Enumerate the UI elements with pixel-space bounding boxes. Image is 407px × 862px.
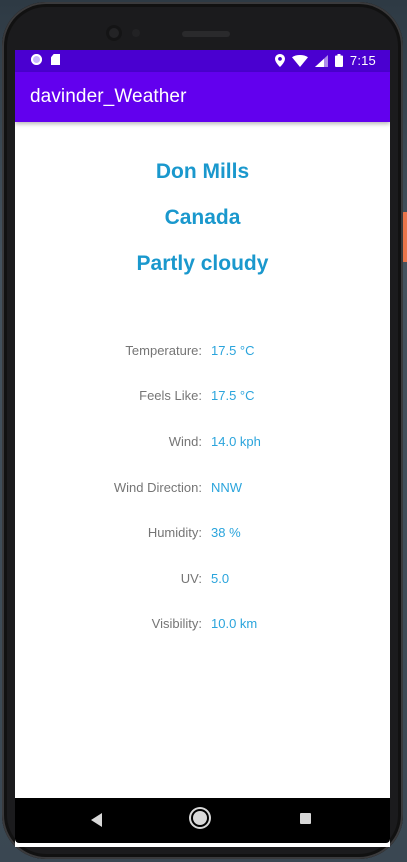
detail-row-uv: UV: 5.0 <box>15 571 390 589</box>
detail-value: NNW <box>211 480 243 495</box>
status-left <box>31 54 60 65</box>
detail-value: 17.5 °C <box>211 343 255 358</box>
detail-row-visibility: Visibility: 10.0 km <box>15 616 390 634</box>
country-name: Canada <box>164 206 241 229</box>
signal-icon <box>314 54 328 67</box>
detail-value: 14.0 kph <box>211 434 261 449</box>
status-bar: 7:15 <box>15 50 390 72</box>
detail-row-wind-direction: Wind Direction: NNW <box>15 480 390 498</box>
detail-label: Temperature: <box>125 343 202 358</box>
detail-label: Wind Direction: <box>113 480 202 495</box>
city-name: Don Mills <box>155 160 250 183</box>
recents-icon[interactable] <box>300 813 311 824</box>
battery-icon <box>334 54 343 67</box>
location-icon <box>274 54 285 67</box>
detail-value: 38 % <box>211 525 241 540</box>
navigation-bar <box>15 798 390 843</box>
status-time: 7:15 <box>349 53 376 68</box>
notification-dot-icon <box>31 54 42 65</box>
detail-label: Visibility: <box>151 616 202 631</box>
earpiece-speaker <box>182 31 230 37</box>
home-icon[interactable] <box>193 811 207 825</box>
wifi-icon <box>291 54 308 67</box>
app-title: davinder_Weather <box>30 86 187 107</box>
detail-value: 10.0 km <box>211 616 258 631</box>
detail-value: 5.0 <box>211 571 230 586</box>
detail-label: Wind: <box>168 434 202 449</box>
back-icon[interactable] <box>91 813 102 827</box>
detail-label: Feels Like: <box>139 388 202 403</box>
detail-row-temperature: Temperature: 17.5 °C <box>15 343 390 361</box>
phone-screen: 7:15 davinder_Weather Don Mills Canada P… <box>15 50 390 847</box>
detail-label: UV: <box>180 571 202 586</box>
front-camera-icon <box>106 25 122 41</box>
detail-row-wind: Wind: 14.0 kph <box>15 434 390 452</box>
weather-condition: Partly cloudy <box>136 252 269 275</box>
detail-label: Humidity: <box>147 525 202 540</box>
proximity-sensor-icon <box>132 29 140 37</box>
detail-value: 17.5 °C <box>211 388 255 403</box>
status-right: 7:15 <box>274 53 376 68</box>
app-bar: davinder_Weather <box>15 72 390 122</box>
detail-row-feels-like: Feels Like: 17.5 °C <box>15 388 390 406</box>
sd-card-icon <box>51 54 60 65</box>
detail-row-humidity: Humidity: 38 % <box>15 525 390 543</box>
